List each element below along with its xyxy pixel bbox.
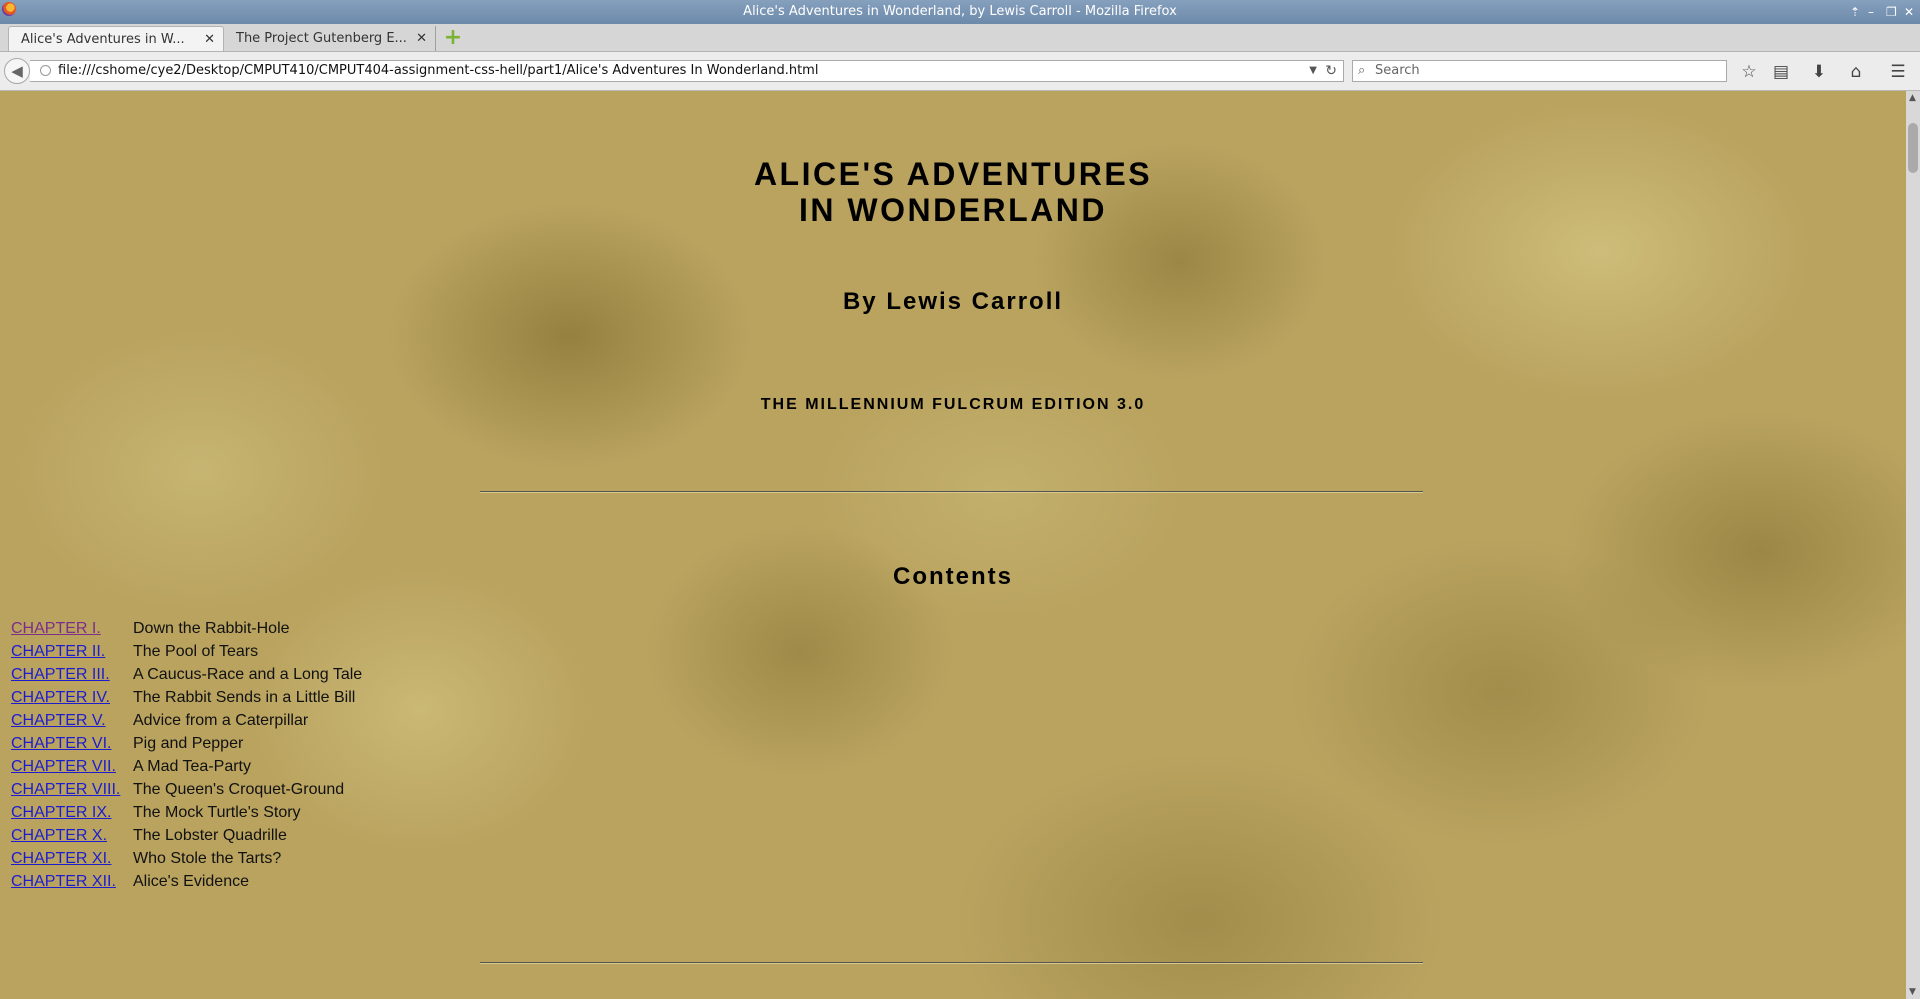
chapter-link[interactable]: CHAPTER XII. bbox=[11, 870, 133, 893]
close-tab-icon[interactable]: ✕ bbox=[416, 26, 427, 51]
chapter-link[interactable]: CHAPTER IX. bbox=[11, 801, 133, 824]
toc-item: CHAPTER X. The Lobster Quadrille bbox=[11, 824, 362, 847]
page-content: ALICE'S ADVENTURES IN WONDERLAND By Lewi… bbox=[0, 91, 1906, 999]
chapter-link[interactable]: CHAPTER X. bbox=[11, 824, 133, 847]
chapter-title: The Mock Turtle's Story bbox=[133, 804, 301, 821]
scroll-down-icon[interactable]: ▼ bbox=[1909, 987, 1916, 997]
toc-item: CHAPTER IX. The Mock Turtle's Story bbox=[11, 801, 362, 824]
contents-heading: Contents bbox=[893, 563, 1013, 590]
window-minimize-icon[interactable]: – bbox=[1868, 0, 1874, 24]
chapter-link[interactable]: CHAPTER II. bbox=[11, 640, 133, 663]
window-title: Alice's Adventures in Wonderland, by Lew… bbox=[743, 4, 1177, 19]
window-raise-icon[interactable]: ⇡ bbox=[1850, 0, 1860, 24]
toc-item: CHAPTER I. Down the Rabbit-Hole bbox=[11, 617, 362, 640]
nav-bar: ◀ file:///cshome/cye2/Desktop/CMPUT410/C… bbox=[0, 52, 1920, 91]
tab-bar: Alice's Adventures in W... ✕ The Project… bbox=[0, 24, 1920, 52]
book-title: ALICE'S ADVENTURES IN WONDERLAND bbox=[0, 156, 1906, 228]
scroll-up-icon[interactable]: ▲ bbox=[1909, 93, 1916, 103]
tab-gutenberg[interactable]: The Project Gutenberg E... ✕ bbox=[224, 26, 436, 51]
bookmark-star-icon[interactable]: ☆ bbox=[1738, 61, 1760, 83]
chapter-link[interactable]: CHAPTER IV. bbox=[11, 686, 133, 709]
url-history-dropdown-icon[interactable]: ▼ bbox=[1309, 61, 1317, 81]
window-titlebar: Alice's Adventures in Wonderland, by Lew… bbox=[0, 0, 1920, 24]
toc-item: CHAPTER IV. The Rabbit Sends in a Little … bbox=[11, 686, 362, 709]
window-close-icon[interactable]: ✕ bbox=[1904, 0, 1914, 24]
chapter-title: The Queen's Croquet-Ground bbox=[133, 781, 345, 798]
back-button[interactable]: ◀ bbox=[4, 58, 30, 84]
toc-item: CHAPTER VI. Pig and Pepper bbox=[11, 732, 362, 755]
toc-item: CHAPTER III. A Caucus-Race and a Long Tal… bbox=[11, 663, 362, 686]
toc-item: CHAPTER VII. A Mad Tea-Party bbox=[11, 755, 362, 778]
firefox-logo-icon bbox=[2, 2, 16, 16]
tab-alice[interactable]: Alice's Adventures in W... ✕ bbox=[8, 26, 224, 51]
home-icon[interactable]: ⌂ bbox=[1845, 61, 1867, 83]
book-title-line1: ALICE'S ADVENTURES bbox=[753, 156, 1153, 192]
chapter-link[interactable]: CHAPTER III. bbox=[11, 663, 133, 686]
site-info-icon[interactable] bbox=[40, 65, 51, 76]
toc-item: CHAPTER V. Advice from a Caterpillar bbox=[11, 709, 362, 732]
chapter-title: The Rabbit Sends in a Little Bill bbox=[133, 689, 356, 706]
toc-item: CHAPTER VIII. The Queen's Croquet-Ground bbox=[11, 778, 362, 801]
chapter-title: Pig and Pepper bbox=[133, 735, 244, 752]
page-scrollbar[interactable]: ▲ ▼ bbox=[1906, 91, 1920, 999]
url-text: file:///cshome/cye2/Desktop/CMPUT410/CMP… bbox=[58, 63, 819, 78]
chapter-link[interactable]: CHAPTER VI. bbox=[11, 732, 133, 755]
chapter-title: Advice from a Caterpillar bbox=[133, 712, 309, 729]
toc-item: CHAPTER II. The Pool of Tears bbox=[11, 640, 362, 663]
author-heading: By Lewis Carroll bbox=[842, 288, 1064, 315]
chapter-title: Down the Rabbit-Hole bbox=[133, 620, 290, 637]
search-icon[interactable]: ⌕ bbox=[1358, 61, 1365, 81]
url-bar[interactable]: file:///cshome/cye2/Desktop/CMPUT410/CMP… bbox=[30, 60, 1344, 82]
edition-heading: THE MILLENNIUM FULCRUM EDITION 3.0 bbox=[760, 396, 1146, 413]
chapter-title: The Pool of Tears bbox=[133, 643, 259, 660]
window-maximize-icon[interactable]: ❐ bbox=[1886, 0, 1897, 24]
scrollbar-thumb[interactable] bbox=[1908, 123, 1918, 173]
chapter-link[interactable]: CHAPTER VII. bbox=[11, 755, 133, 778]
search-placeholder: Search bbox=[1375, 63, 1420, 78]
toc-item: CHAPTER XII. Alice's Evidence bbox=[11, 870, 362, 893]
chapter-title: Who Stole the Tarts? bbox=[133, 850, 282, 867]
back-arrow-icon: ◀ bbox=[11, 62, 23, 80]
horizontal-rule bbox=[480, 962, 1423, 964]
close-tab-icon[interactable]: ✕ bbox=[204, 27, 215, 51]
chapter-title: A Mad Tea-Party bbox=[133, 758, 251, 775]
search-input[interactable]: ⌕ Search bbox=[1352, 60, 1727, 82]
chapter-link[interactable]: CHAPTER VIII. bbox=[11, 778, 133, 801]
toc-item: CHAPTER XI. Who Stole the Tarts? bbox=[11, 847, 362, 870]
menu-icon[interactable]: ☰ bbox=[1887, 61, 1909, 83]
chapter-title: A Caucus-Race and a Long Tale bbox=[133, 666, 363, 683]
tab-label: The Project Gutenberg E... bbox=[236, 31, 407, 46]
new-tab-button[interactable]: + bbox=[443, 27, 463, 49]
reload-icon[interactable]: ↻ bbox=[1325, 61, 1337, 81]
chapter-title: Alice's Evidence bbox=[133, 873, 249, 890]
chapter-title: The Lobster Quadrille bbox=[133, 827, 287, 844]
tab-label: Alice's Adventures in W... bbox=[21, 32, 185, 47]
chapter-link[interactable]: CHAPTER XI. bbox=[11, 847, 133, 870]
chapter-link[interactable]: CHAPTER I. bbox=[11, 617, 133, 640]
horizontal-rule bbox=[480, 491, 1423, 493]
book-title-line2: IN WONDERLAND bbox=[798, 192, 1108, 228]
reading-list-icon[interactable]: ▤ bbox=[1770, 61, 1792, 83]
download-icon[interactable]: ⬇ bbox=[1808, 61, 1830, 83]
chapter-link[interactable]: CHAPTER V. bbox=[11, 709, 133, 732]
table-of-contents: CHAPTER I. Down the Rabbit-Hole CHAPTER II… bbox=[11, 617, 362, 893]
